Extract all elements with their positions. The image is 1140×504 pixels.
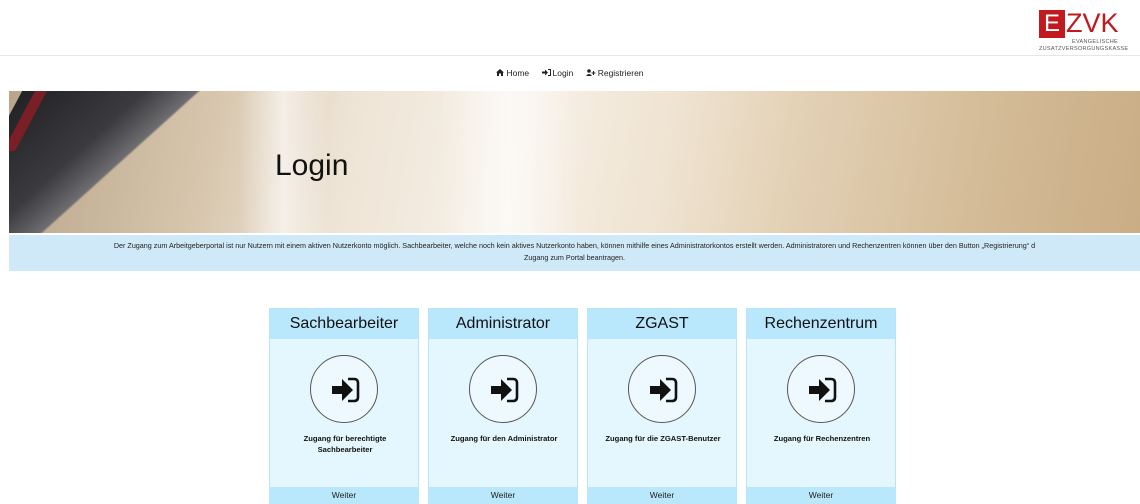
nav-register[interactable]: Registrieren (585, 63, 644, 84)
info-text: Der Zugang zum Arbeitgeberportal ist nur… (113, 241, 1036, 250)
info-banner: Der Zugang zum Arbeitgeberportal ist nur… (9, 235, 1140, 271)
hero-laptop-image (9, 91, 239, 233)
nav-register-label: Registrieren (597, 68, 644, 78)
ezvk-logo[interactable]: E ZVK EVANGELISCHE ZUSATZVERSORGUNGSKASS… (1039, 8, 1131, 52)
card-continue-button[interactable]: Weiter (269, 487, 419, 504)
sign-in-icon (491, 377, 519, 403)
card-title: Sachbearbeiter (270, 309, 418, 339)
nav-login[interactable]: Login (541, 63, 574, 84)
card-description: Zugang für die ZGAST-Benutzer (605, 434, 721, 443)
login-circle[interactable] (628, 355, 696, 423)
info-text-line2: Zugang zum Portal beantragen. (523, 253, 626, 262)
nav-home-label: Home (506, 68, 530, 78)
logo-name: ZVK (1066, 8, 1119, 38)
main-nav: Home Login Registrieren (0, 63, 1140, 83)
user-plus-icon (585, 64, 596, 84)
site-header: E ZVK EVANGELISCHE ZUSATZVERSORGUNGSKASS… (0, 0, 1140, 56)
card-description: Zugang für Rechenzentren (773, 434, 871, 443)
card-continue-button[interactable]: Weiter (746, 487, 896, 504)
hero-light-streak (439, 91, 579, 233)
card-zgast[interactable]: ZGAST Zugang für die ZGAST-Benutzer Weit… (587, 308, 737, 504)
card-administrator[interactable]: Administrator Zugang für den Administrat… (428, 308, 578, 504)
login-circle[interactable] (469, 355, 537, 423)
hero-banner: Login (9, 91, 1140, 233)
card-rechenzentrum[interactable]: Rechenzentrum Zugang für Rechenzentren W… (746, 308, 896, 504)
logo-line1: EVANGELISCHE (1072, 39, 1118, 45)
login-cards: Sachbearbeiter Zugang für berechtigte Sa… (269, 308, 896, 504)
page-title: Login (275, 149, 349, 182)
login-circle[interactable] (787, 355, 855, 423)
card-continue-button[interactable]: Weiter (428, 487, 578, 504)
card-continue-button[interactable]: Weiter (587, 487, 737, 504)
card-title: Rechenzentrum (747, 309, 895, 339)
card-sachbearbeiter[interactable]: Sachbearbeiter Zugang für berechtigte Sa… (269, 308, 419, 504)
card-title: Administrator (429, 309, 577, 339)
logo-letter: E (1039, 10, 1065, 38)
login-circle[interactable] (310, 355, 378, 423)
nav-home[interactable]: Home (496, 63, 529, 84)
card-description: Zugang für berechtigte Sachbearbeiter (303, 434, 387, 454)
logo-line2: ZUSATZVERSORGUNGSKASSE (1039, 46, 1129, 52)
sign-in-icon (809, 377, 837, 403)
sign-in-icon (650, 377, 678, 403)
card-description: Zugang für den Administrator (450, 434, 558, 443)
sign-in-icon (332, 377, 360, 403)
sign-in-icon (541, 64, 551, 84)
home-icon (496, 64, 505, 84)
card-title: ZGAST (588, 309, 736, 339)
nav-login-label: Login (552, 68, 574, 78)
